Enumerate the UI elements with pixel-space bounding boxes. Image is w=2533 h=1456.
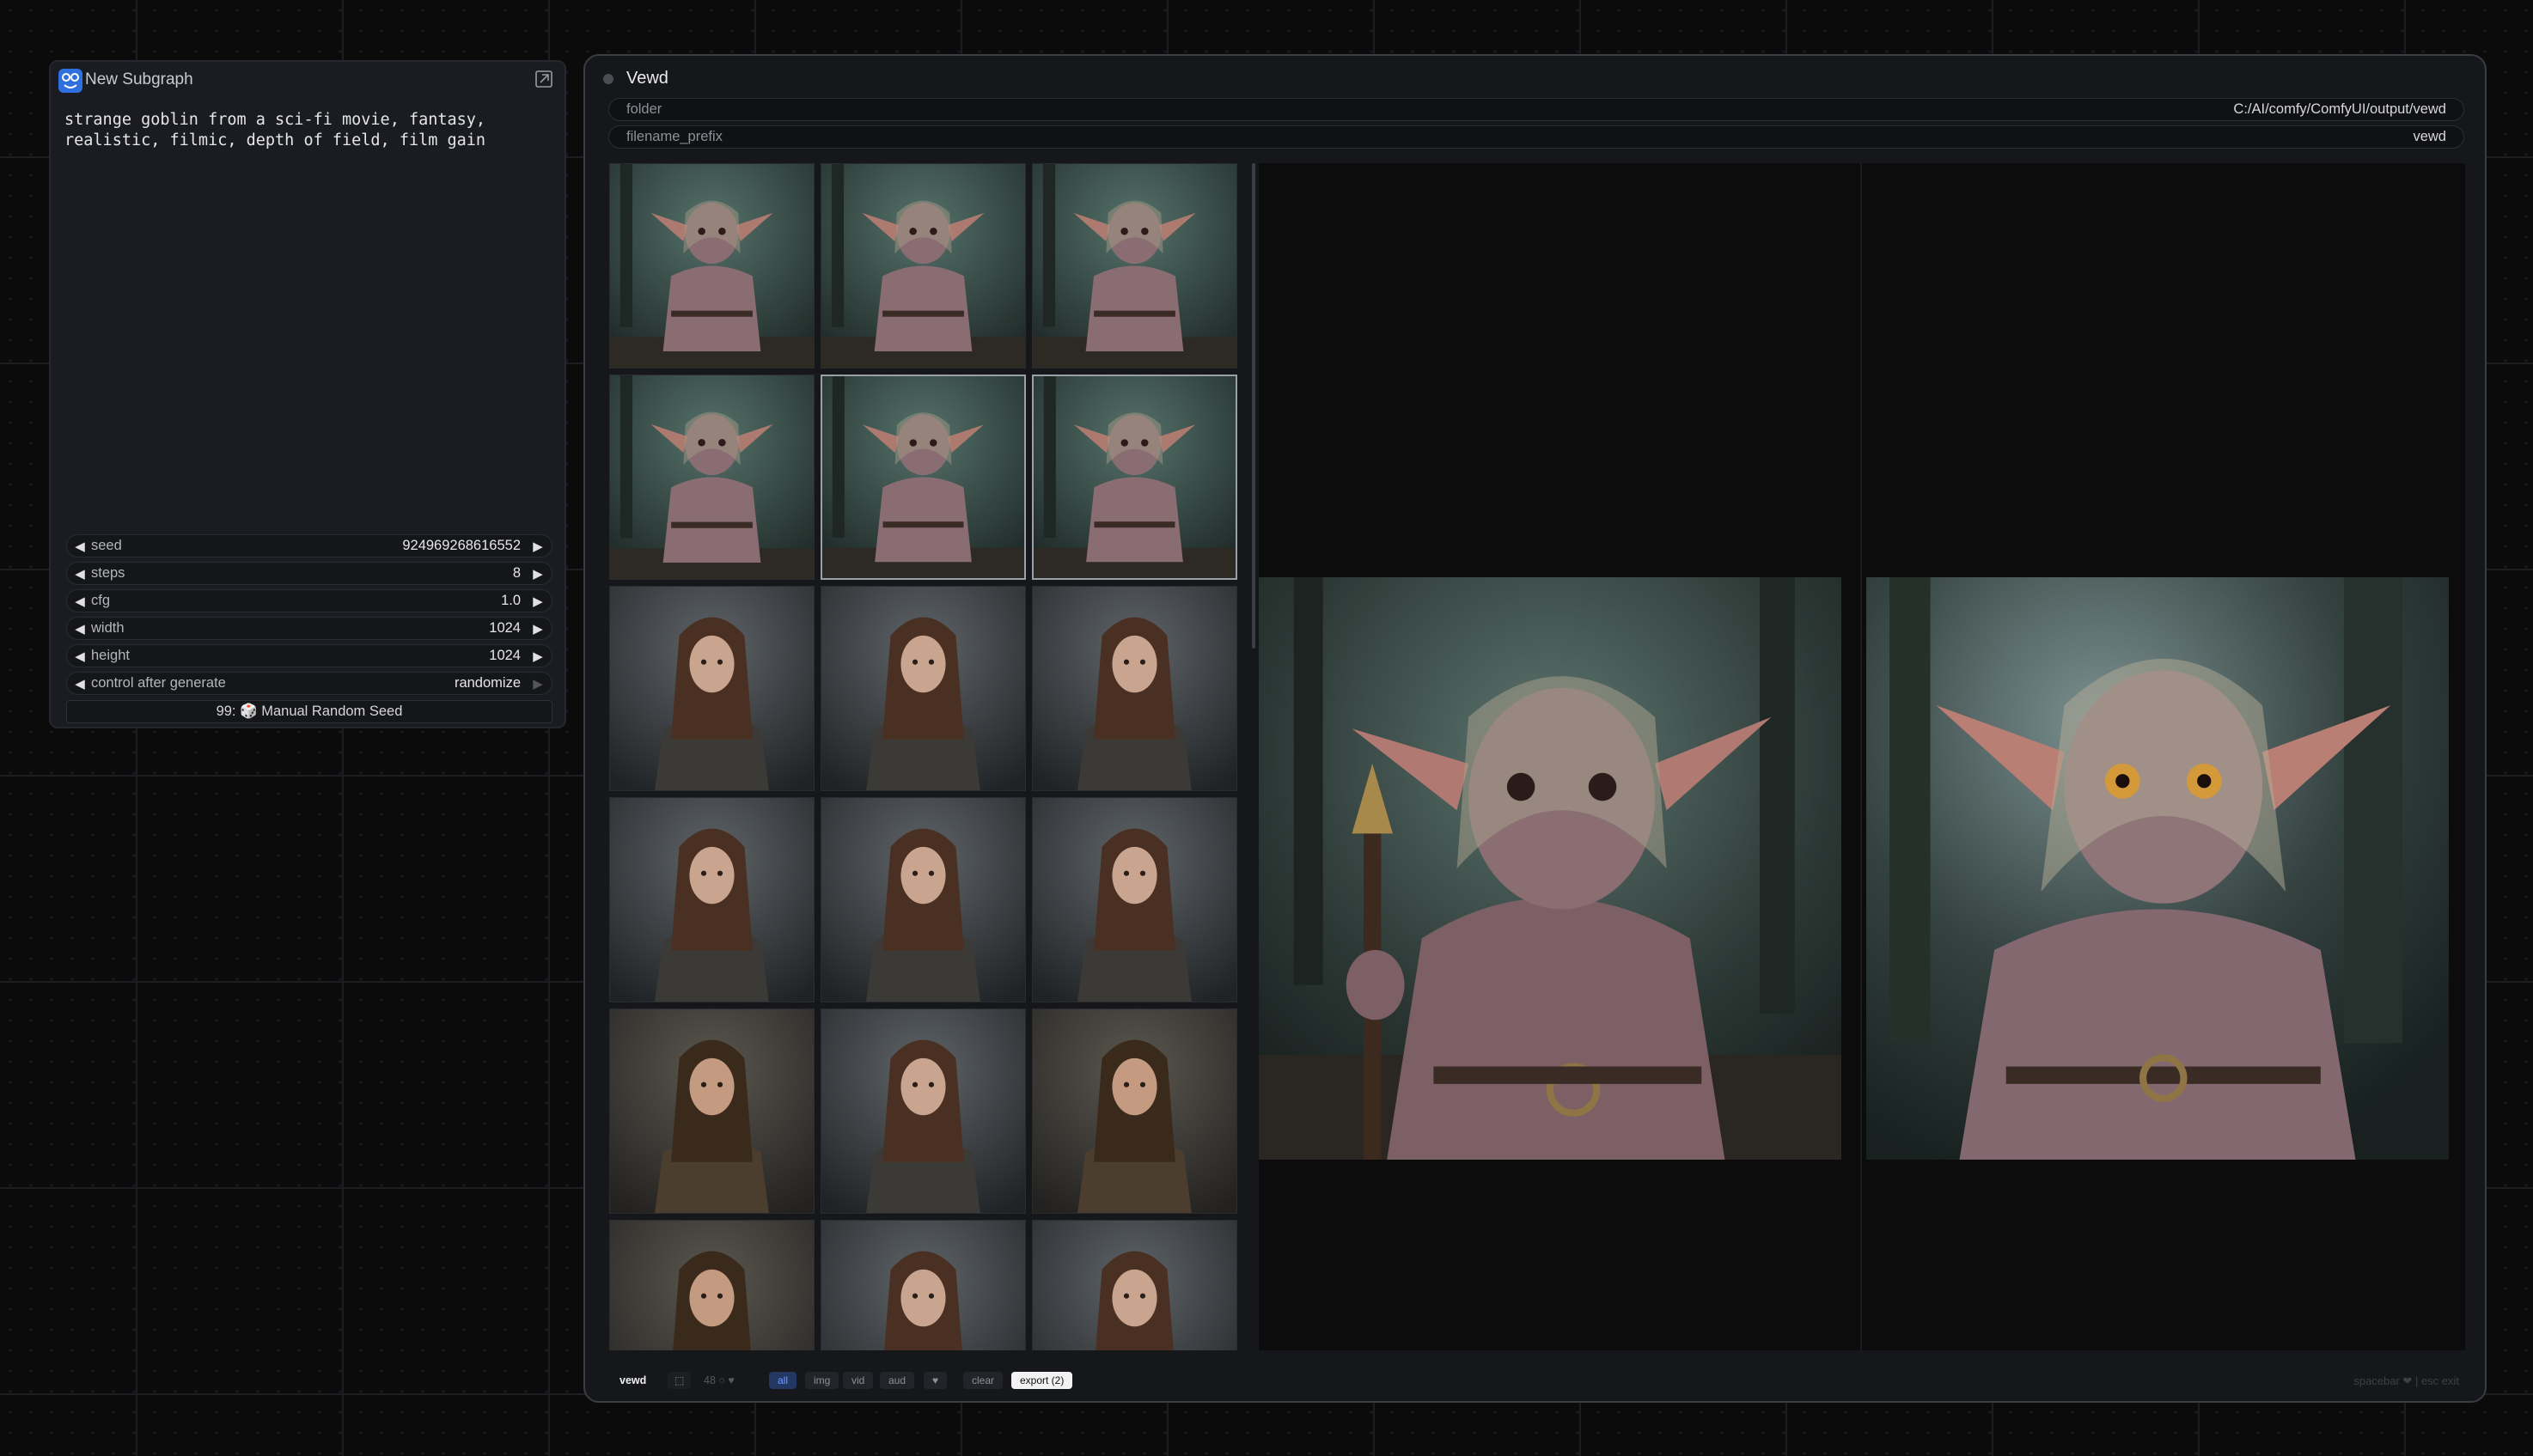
increment-arrow-icon[interactable]: ▶ <box>529 594 552 609</box>
cfg-widget[interactable]: ◀ cfg 1.0 ▶ <box>66 589 552 612</box>
folder-value: C:/AI/comfy/ComfyUI/output/vewd <box>2233 101 2446 117</box>
filename-prefix-label: filename_prefix <box>626 129 723 144</box>
filter-img-button[interactable]: img <box>805 1372 839 1389</box>
node-status-dot[interactable] <box>603 74 613 84</box>
widget-value: 1.0 <box>501 593 521 608</box>
filename-prefix-field[interactable]: filename_prefix vewd <box>608 125 2464 149</box>
viewer-divider <box>1860 163 1862 1350</box>
gallery-thumbnail-woman[interactable] <box>609 797 815 1002</box>
widget-value: 1024 <box>489 620 521 636</box>
clear-button[interactable]: clear <box>963 1372 1004 1389</box>
vewd-bottom-bar: vewd ⬚ 48 ○ ♥ all img vid aud ♥ clear ex… <box>585 1363 2485 1401</box>
height-widget[interactable]: ◀ height 1024 ▶ <box>66 644 552 667</box>
widget-value: 8 <box>512 565 521 581</box>
gallery-thumbnail-woman[interactable] <box>821 797 1026 1002</box>
export-button[interactable]: export (2) <box>1011 1372 1073 1389</box>
prompt-textarea[interactable]: strange goblin from a sci-fi movie, fant… <box>59 107 558 583</box>
gallery-thumbnail-woman[interactable] <box>821 586 1026 791</box>
gallery-thumbnail-woman[interactable] <box>821 1008 1026 1214</box>
decrement-arrow-icon[interactable]: ◀ <box>67 676 88 691</box>
gallery-thumbnail-woman[interactable] <box>1032 586 1237 791</box>
increment-arrow-icon[interactable]: ▶ <box>529 621 552 637</box>
steps-widget[interactable]: ◀ steps 8 ▶ <box>66 562 552 585</box>
subgraph-logo-icon <box>58 69 82 93</box>
widget-label: seed <box>91 538 122 553</box>
vewd-node[interactable]: Vewd folder C:/AI/comfy/ComfyUI/output/v… <box>583 54 2487 1403</box>
gallery-thumbnail-man[interactable] <box>1032 1008 1237 1214</box>
subgraph-header[interactable]: New Subgraph <box>51 62 565 96</box>
widget-label: height <box>91 648 130 663</box>
thumbnail-gallery[interactable] <box>609 163 1249 1350</box>
gallery-thumbnail-woman[interactable] <box>1032 1220 1237 1350</box>
gallery-thumbnail-goblin[interactable] <box>609 163 815 369</box>
grid-icon[interactable]: ⬚ <box>668 1372 692 1389</box>
gallery-thumbnail-woman[interactable] <box>1032 797 1237 1002</box>
heart-icon[interactable]: ♥ <box>924 1372 948 1389</box>
decrement-arrow-icon[interactable]: ◀ <box>67 621 88 637</box>
decrement-arrow-icon[interactable]: ◀ <box>67 594 88 609</box>
subgraph-title: New Subgraph <box>85 70 193 88</box>
gallery-thumbnail-woman[interactable] <box>609 586 815 791</box>
image-count: 48 ○ ♥ <box>704 1374 735 1386</box>
keyboard-hint: spacebar ❤ | esc exit <box>2353 1374 2459 1387</box>
manual-random-seed-button[interactable]: 99: 🎲 Manual Random Seed <box>66 700 552 723</box>
preview-image-goblin-staff[interactable] <box>1259 577 1841 1160</box>
folder-label: folder <box>626 101 662 117</box>
graph-canvas[interactable]: New Subgraph strange goblin from a sci-f… <box>0 0 2533 1456</box>
bar-node-name: vewd <box>620 1374 647 1386</box>
folder-field[interactable]: folder C:/AI/comfy/ComfyUI/output/vewd <box>608 98 2464 121</box>
gallery-thumbnail-woman[interactable] <box>821 1220 1026 1350</box>
expand-icon[interactable] <box>534 69 554 89</box>
decrement-arrow-icon[interactable]: ◀ <box>67 539 88 554</box>
image-viewer <box>1259 163 2465 1350</box>
increment-arrow-icon[interactable]: ▶ <box>529 649 552 664</box>
filter-aud-button[interactable]: aud <box>880 1372 915 1389</box>
widget-label: steps <box>91 565 125 581</box>
subgraph-node[interactable]: New Subgraph strange goblin from a sci-f… <box>49 60 566 728</box>
control-after-generate-widget[interactable]: ◀ control after generate randomize ▶ <box>66 672 552 695</box>
gallery-thumbnail-goblin[interactable] <box>821 163 1026 369</box>
widget-value: randomize <box>454 675 521 691</box>
widget-value: 1024 <box>489 648 521 663</box>
widget-value: 924969268616552 <box>402 538 521 553</box>
gallery-thumbnail-goblin[interactable] <box>821 375 1026 580</box>
gallery-thumbnail-man[interactable] <box>609 1220 815 1350</box>
filter-all-button[interactable]: all <box>769 1372 797 1389</box>
widget-label: cfg <box>91 593 111 608</box>
preview-image-goblin-portrait[interactable] <box>1866 577 2449 1160</box>
decrement-arrow-icon[interactable]: ◀ <box>67 566 88 582</box>
gallery-thumbnail-goblin[interactable] <box>1032 163 1237 369</box>
width-widget[interactable]: ◀ width 1024 ▶ <box>66 617 552 640</box>
vewd-title: Vewd <box>626 69 668 88</box>
gallery-thumbnail-goblin[interactable] <box>609 375 815 580</box>
widget-label: control after generate <box>91 675 226 691</box>
increment-arrow-icon[interactable]: ▶ <box>529 566 552 582</box>
image-count-value: 48 <box>704 1374 716 1386</box>
gallery-thumbnail-man[interactable] <box>609 1008 815 1214</box>
widget-label: width <box>91 620 125 636</box>
gallery-thumbnail-goblin[interactable] <box>1032 375 1237 580</box>
filter-vid-button[interactable]: vid <box>843 1372 874 1389</box>
seed-widget[interactable]: ◀ seed 924969268616552 ▶ <box>66 534 552 557</box>
filename-prefix-value: vewd <box>2413 129 2446 144</box>
increment-arrow-icon[interactable]: ▶ <box>529 676 552 691</box>
gallery-scrollbar[interactable] <box>1252 163 1255 649</box>
increment-arrow-icon[interactable]: ▶ <box>529 539 552 554</box>
decrement-arrow-icon[interactable]: ◀ <box>67 649 88 664</box>
